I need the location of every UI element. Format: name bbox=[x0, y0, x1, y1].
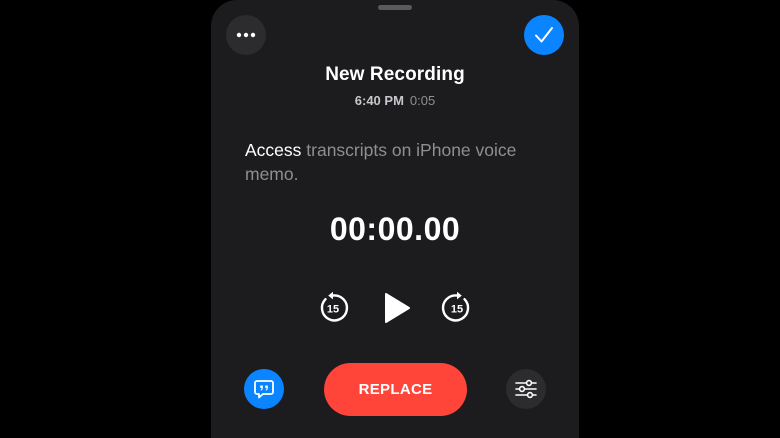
playback-timer: 00:00.00 bbox=[329, 211, 461, 247]
skip-back-label: 15 bbox=[327, 304, 339, 316]
skip-forward-button[interactable]: 15 bbox=[440, 291, 474, 325]
transcript-quote-icon bbox=[254, 380, 274, 399]
checkmark-icon bbox=[535, 27, 553, 43]
sliders-icon bbox=[515, 379, 537, 399]
sheet-grabber[interactable] bbox=[378, 5, 412, 10]
recording-meta: 6:40 PM 0:05 bbox=[211, 93, 579, 108]
transcript-button[interactable] bbox=[244, 369, 284, 409]
skip-back-15-icon: 15 bbox=[320, 291, 349, 322]
skip-forward-15-icon: 15 bbox=[441, 291, 470, 322]
skip-back-button[interactable]: 15 bbox=[316, 291, 350, 325]
edit-settings-button[interactable] bbox=[506, 369, 546, 409]
screen: New Recording 6:40 PM 0:05 Access transcr… bbox=[0, 0, 780, 438]
more-options-button[interactable] bbox=[226, 15, 266, 55]
recording-sheet: New Recording 6:40 PM 0:05 Access transcr… bbox=[211, 0, 579, 438]
replace-button[interactable]: REPLACE bbox=[324, 363, 467, 416]
ellipsis-icon bbox=[236, 32, 256, 38]
transcript-highlighted-word: Access bbox=[245, 140, 302, 160]
done-button[interactable] bbox=[524, 15, 564, 55]
recording-time: 6:40 PM bbox=[354, 93, 404, 108]
skip-forward-label: 15 bbox=[451, 304, 463, 316]
recording-title[interactable]: New Recording bbox=[211, 64, 579, 86]
play-icon bbox=[385, 293, 410, 323]
recording-duration: 0:05 bbox=[409, 93, 436, 108]
play-button[interactable] bbox=[379, 289, 415, 327]
transcript-text[interactable]: Access transcripts on iPhone voice memo. bbox=[245, 138, 555, 186]
